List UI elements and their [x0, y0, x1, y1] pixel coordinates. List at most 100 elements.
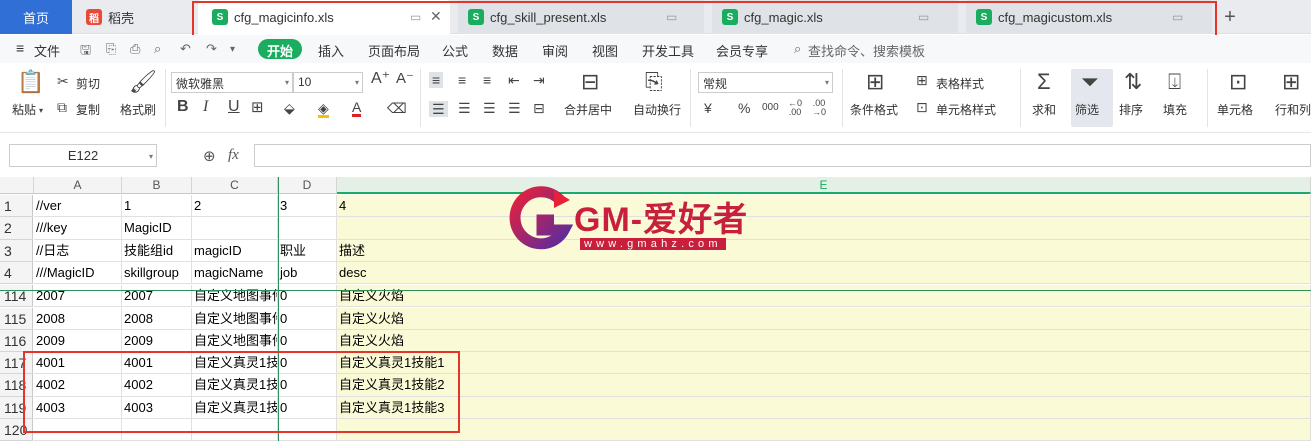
- formula-input[interactable]: [254, 144, 1311, 167]
- wrap-text-button[interactable]: 自动换行: [633, 101, 681, 118]
- align-middle-icon[interactable]: ≡: [458, 73, 466, 87]
- row-header[interactable]: 114: [0, 285, 33, 308]
- cell-e115[interactable]: 自定义火焰: [337, 307, 1311, 330]
- font-color-icon[interactable]: A: [352, 100, 362, 117]
- redo-icon[interactable]: ↷: [206, 41, 217, 57]
- quick-access-dropdown-icon[interactable]: ▾: [230, 44, 235, 55]
- cell-a3[interactable]: //日志: [34, 239, 122, 262]
- column-header-e[interactable]: E: [337, 177, 1311, 194]
- tab-member[interactable]: 会员专享: [716, 41, 768, 60]
- fill-icon[interactable]: ⍗: [1168, 71, 1181, 93]
- cell-c114[interactable]: 自定义地图事件: [192, 285, 278, 308]
- cell-d3[interactable]: 职业: [278, 239, 337, 262]
- preview-icon[interactable]: ⌕: [154, 41, 161, 57]
- copy-button[interactable]: 复制: [76, 101, 100, 118]
- sort-icon[interactable]: ⇅: [1124, 71, 1142, 93]
- export-icon[interactable]: ⎘: [106, 41, 116, 57]
- table-style-icon[interactable]: ⊞: [916, 73, 928, 87]
- conditional-format-icon[interactable]: ⊞: [866, 71, 884, 93]
- row-col-button[interactable]: 行和列: [1275, 101, 1311, 118]
- decrease-decimal-icon[interactable]: .00 →0: [812, 99, 826, 117]
- cell-style-icon[interactable]: ⊡: [916, 100, 928, 114]
- justify-icon[interactable]: ☰: [508, 101, 521, 115]
- cell-c3[interactable]: magicID: [192, 239, 278, 262]
- distribute-icon[interactable]: ⊟: [533, 101, 545, 115]
- cell-d116[interactable]: 0: [278, 329, 337, 353]
- cell-c2[interactable]: [192, 217, 278, 240]
- cell-a114[interactable]: 2007: [34, 285, 122, 308]
- paste-icon[interactable]: 📋: [17, 71, 44, 93]
- tab-home[interactable]: 开始: [258, 39, 303, 59]
- cell-b2[interactable]: MagicID: [122, 217, 192, 240]
- font-name-select[interactable]: 微软雅黑 ▾: [171, 72, 293, 93]
- align-left-icon[interactable]: ☰: [429, 101, 448, 117]
- column-header-b[interactable]: B: [122, 177, 192, 194]
- format-painter-icon[interactable]: 🖌: [129, 71, 157, 93]
- cell-e114[interactable]: 自定义火焰: [337, 285, 1311, 308]
- tab-insert[interactable]: 插入: [318, 41, 344, 60]
- cell-style-button[interactable]: 单元格样式: [936, 101, 996, 118]
- filter-button[interactable]: 筛选: [1075, 101, 1099, 118]
- menu-file[interactable]: 文件: [34, 41, 60, 60]
- bold-button[interactable]: B: [177, 99, 189, 115]
- cell-d4[interactable]: job: [278, 261, 337, 285]
- column-header-a[interactable]: A: [34, 177, 122, 194]
- increase-indent-icon[interactable]: ⇥: [533, 73, 545, 87]
- underline-button[interactable]: U: [228, 99, 240, 115]
- row-header[interactable]: 4: [0, 261, 33, 285]
- cell-e3[interactable]: 描述: [337, 239, 1311, 262]
- cell-a2[interactable]: ///key: [34, 217, 122, 240]
- thousands-button[interactable]: 000: [762, 101, 779, 115]
- fx-icon[interactable]: fx: [228, 147, 239, 164]
- cell-icon[interactable]: ⊡: [1229, 71, 1247, 93]
- cell-e119[interactable]: 自定义真灵1技能3: [337, 396, 1311, 419]
- cell-a115[interactable]: 2008: [34, 307, 122, 330]
- row-col-icon[interactable]: ⊞: [1282, 71, 1300, 93]
- cell-b114[interactable]: 2007: [122, 285, 192, 308]
- command-search[interactable]: 查找命令、搜索模板: [808, 41, 925, 60]
- wrap-text-icon[interactable]: ⎘: [645, 71, 663, 93]
- merge-center-button[interactable]: 合并居中: [564, 101, 612, 118]
- column-header-d[interactable]: D: [278, 177, 337, 194]
- select-all-corner[interactable]: [0, 177, 34, 194]
- tab-page-layout[interactable]: 页面布局: [368, 41, 420, 60]
- cut-icon[interactable]: ✂: [57, 74, 69, 88]
- cell-e118[interactable]: 自定义真灵1技能2: [337, 374, 1311, 397]
- tab-view[interactable]: 视图: [592, 41, 618, 60]
- cell-e120[interactable]: [337, 419, 1311, 441]
- new-tab-button[interactable]: +: [1220, 0, 1240, 34]
- cell-b115[interactable]: 2008: [122, 307, 192, 330]
- tab-formula[interactable]: 公式: [442, 41, 468, 60]
- highlight-icon[interactable]: ◈: [318, 101, 329, 118]
- align-bottom-icon[interactable]: ≡: [483, 73, 491, 87]
- cell-e2[interactable]: [337, 217, 1311, 240]
- tab-review[interactable]: 审阅: [542, 41, 568, 60]
- table-style-button[interactable]: 表格样式: [936, 75, 984, 92]
- name-box[interactable]: E122 ▾: [9, 144, 157, 167]
- home-tab[interactable]: 首页: [0, 0, 72, 34]
- sum-icon[interactable]: Σ: [1037, 71, 1051, 93]
- filter-icon[interactable]: ⏷: [1081, 71, 1099, 93]
- cell-c4[interactable]: magicName: [192, 261, 278, 285]
- fill-button[interactable]: 填充: [1163, 101, 1187, 118]
- conditional-format-button[interactable]: 条件格式: [850, 101, 898, 118]
- save-icon[interactable]: 🖫: [80, 41, 91, 63]
- column-header-c[interactable]: C: [192, 177, 278, 194]
- percent-button[interactable]: %: [738, 101, 750, 115]
- font-size-select[interactable]: 10 ▾: [293, 72, 363, 93]
- border-icon[interactable]: ⊞: [251, 100, 264, 115]
- cell-b1[interactable]: 1: [122, 195, 192, 218]
- copy-icon[interactable]: ⧉: [57, 100, 67, 114]
- cell-d2[interactable]: [278, 217, 337, 240]
- tab-developer[interactable]: 开发工具: [642, 41, 694, 60]
- cell-a1[interactable]: //ver: [34, 195, 122, 218]
- cell-e1[interactable]: 4: [337, 195, 1311, 218]
- increase-decimal-icon[interactable]: ←0.00: [788, 99, 802, 117]
- row-header[interactable]: 1: [0, 195, 33, 218]
- currency-icon[interactable]: ¥: [704, 101, 712, 115]
- row-header[interactable]: 3: [0, 239, 33, 262]
- paste-dropdown-icon[interactable]: ▾: [39, 104, 43, 118]
- cell-b3[interactable]: 技能组id: [122, 239, 192, 262]
- align-top-icon[interactable]: ≡: [429, 72, 444, 88]
- cut-button[interactable]: 剪切: [76, 75, 100, 92]
